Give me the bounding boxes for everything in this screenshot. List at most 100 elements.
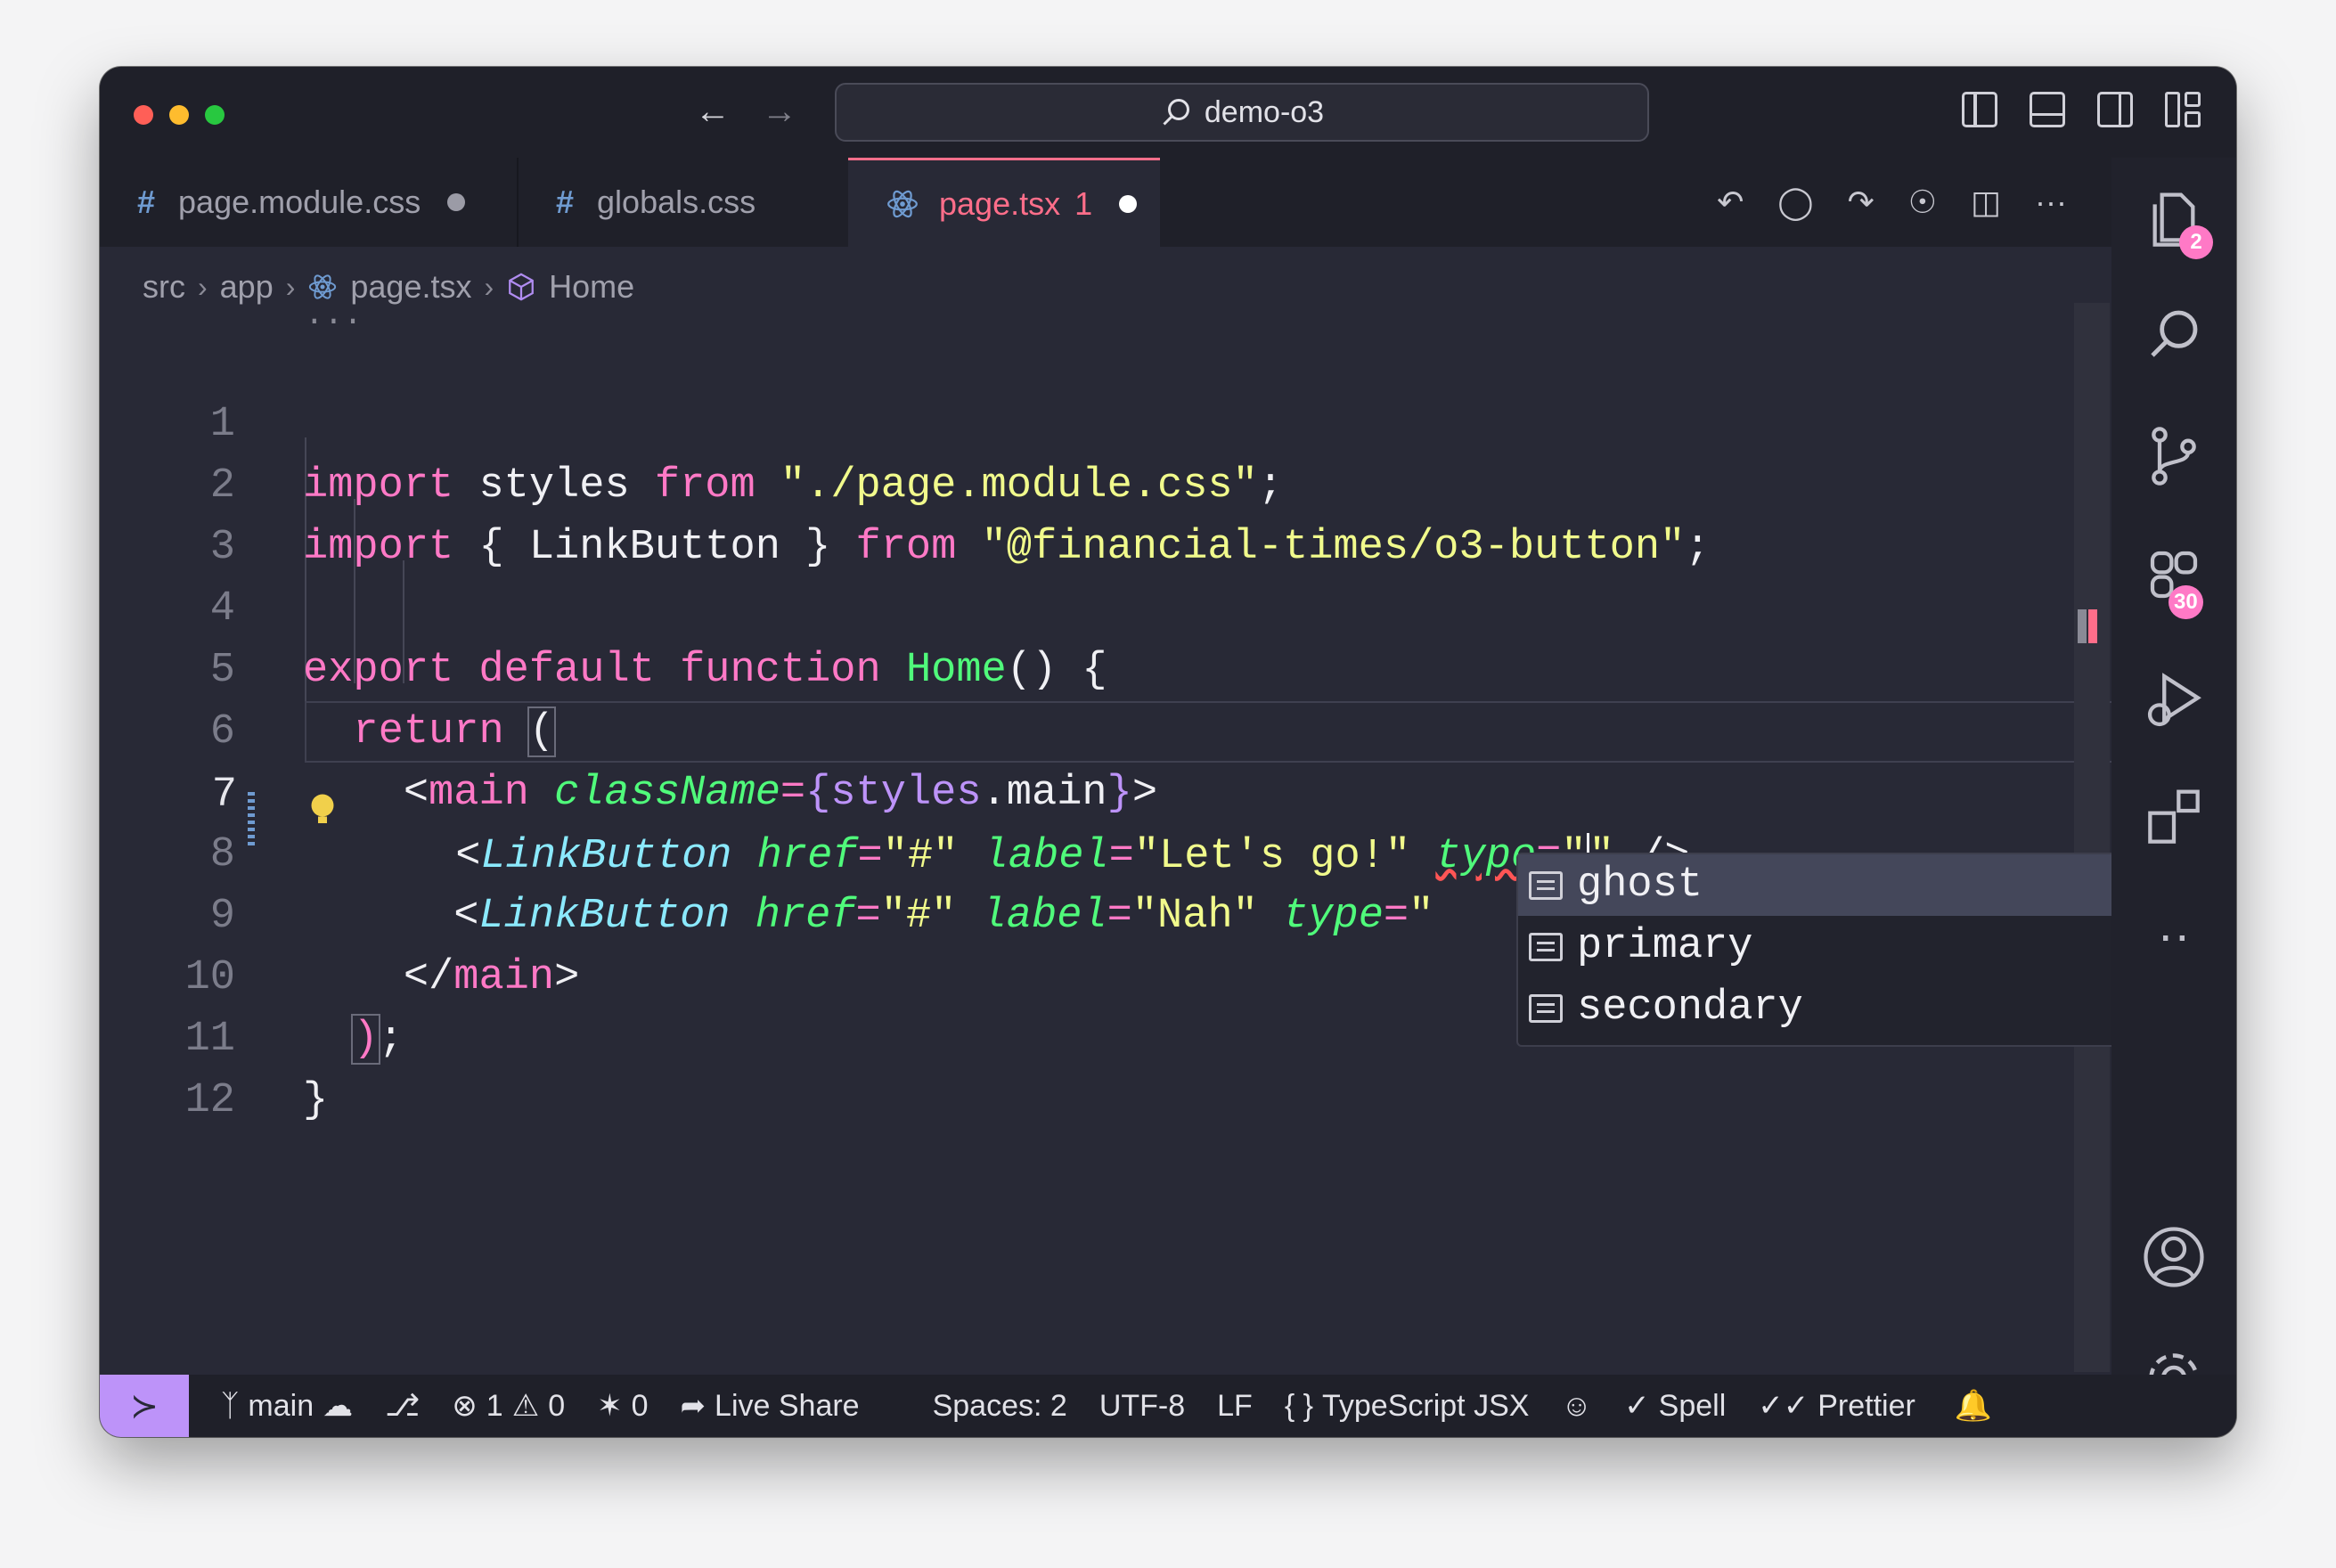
warning-icon: ⚠ [511,1389,540,1423]
source-control-icon[interactable] [2142,425,2206,489]
suggestion-label: ghost [1577,862,1703,909]
editor-scrollbar[interactable] [2074,303,2110,1372]
code-line: 5 return ( [100,578,2069,757]
code-text: } [303,1077,329,1124]
chevron-right-icon: › [198,270,208,303]
breadcrumb-app[interactable]: app [220,268,274,306]
command-center-label: demo-o3 [1204,94,1325,129]
lightbulb-icon[interactable] [309,792,336,828]
toggle-panel-icon[interactable] [2030,92,2065,127]
unsaved-dot-icon[interactable] [447,193,466,211]
code-line: 1 import styles from "./page.module.css"… [100,332,2069,510]
code-line: 8 <LinkButton href="#" label="Nah" type=… [100,763,2069,940]
toggle-primary-sidebar-icon[interactable] [1962,92,1997,127]
explorer-icon[interactable]: 2 [2142,190,2213,259]
go-back-change-icon[interactable]: ↶ [1717,184,1744,221]
live-share-icon: ➦ [680,1389,707,1423]
prettier-indicator[interactable]: ✓✓ Prettier [1758,1388,1915,1424]
suggestion-label: primary [1577,923,1753,970]
explorer-badge: 2 [2179,225,2213,259]
close-window-button[interactable] [134,105,153,125]
broadcast-icon: ✶ [597,1389,623,1423]
cube-icon [509,273,535,301]
double-check-icon: ✓✓ [1758,1389,1809,1423]
remote-indicator-icon[interactable]: ≻ [100,1375,189,1437]
notifications-bell-icon[interactable]: 🔔 [1955,1388,1992,1424]
eol-indicator[interactable]: LF [1217,1389,1253,1424]
tab-page-tsx[interactable]: page.tsx 1 [848,158,1160,247]
branch-indicator[interactable]: ᛉ main ☁ [221,1388,353,1424]
line-number: 6 [209,708,235,755]
toggle-secondary-sidebar-icon[interactable] [2097,92,2133,127]
react-icon [887,190,918,217]
git-graph-icon[interactable]: ⎇ [385,1388,420,1424]
live-share-label: Live Share [715,1388,860,1423]
code-line: 3 [100,455,2069,571]
copilot-icon[interactable]: ☺ [1561,1389,1592,1424]
breadcrumb-src[interactable]: src [143,268,185,306]
tab-globals-css[interactable]: # globals.css [519,158,848,247]
command-center-search[interactable]: demo-o3 [835,83,1649,142]
editor-actions: ↶ ◯ ↷ ☉ ◫ ··· [1717,158,2067,247]
code-editor[interactable]: ... 1 import styles from "./page.module.… [100,297,2236,1375]
tab-page-module-css[interactable]: # page.module.css [100,158,519,247]
vscode-window: ← → demo-o3 # page.module.css # globals.… [100,67,2236,1437]
text-value-icon [1529,870,1563,900]
hash-icon: # [137,184,156,220]
account-icon[interactable] [2142,1225,2206,1289]
code-line: 6 <main className={styles.main}> [100,640,2069,817]
error-count: 1 [486,1388,503,1423]
live-share-button[interactable]: ➦ Live Share [681,1388,860,1424]
scrollbar-error-marker [2088,609,2097,643]
chevron-right-icon: › [484,270,494,303]
spell-indicator[interactable]: ✓ Spell [1624,1388,1726,1424]
forward-arrow-icon[interactable]: → [757,86,802,136]
line-number: 12 [184,1077,235,1124]
run-debug-icon[interactable] [2142,669,2206,733]
title-bar: ← → demo-o3 [100,67,2236,158]
more-actions-icon[interactable]: ··· [2035,184,2067,221]
language-mode-indicator[interactable]: { } TypeScript JSX [1285,1389,1530,1424]
scrollbar-marker [2078,609,2087,643]
extensions-icon[interactable]: 30 [2142,546,2206,619]
status-bar: ≻ ᛉ main ☁ ⎇ ⊗ 1 ⚠ 0 ✶ 0 ➦ Live Share Sp… [100,1375,2236,1437]
encoding-indicator[interactable]: UTF-8 [1099,1389,1185,1424]
zoom-window-button[interactable] [205,105,225,125]
unsaved-dot-icon[interactable] [1119,194,1138,213]
spell-label: Spell [1658,1388,1727,1423]
problems-indicator[interactable]: ⊗ 1 ⚠ 0 [452,1388,565,1424]
warning-count: 0 [548,1388,566,1423]
breadcrumb-symbol[interactable]: Home [549,268,634,306]
split-editor-icon[interactable]: ◫ [1971,184,2001,221]
prettier-label: Prettier [1817,1388,1915,1423]
text-value-icon [1529,932,1563,961]
search-icon [1163,99,1189,126]
modified-line-gutter-marker[interactable] [248,792,255,845]
code-line: 4 export default function Home() { [100,517,2069,694]
search-icon[interactable] [2142,306,2206,370]
more-views-icon[interactable]: ·· [2142,902,2206,967]
tab-label: globals.css [597,184,756,220]
back-arrow-icon[interactable]: ← [690,86,735,136]
ports-indicator[interactable]: ✶ 0 [597,1388,648,1424]
folded-region-marker[interactable]: ... [305,297,363,333]
indentation-indicator[interactable]: Spaces: 2 [933,1389,1067,1424]
active-code-line: 7 <LinkButton href="#" label="Let's go!"… [212,701,2236,880]
check-icon: ✓ [1624,1389,1650,1423]
remote-explorer-icon[interactable] [2142,787,2206,851]
git-branch-icon: ᛉ [221,1388,240,1423]
code-line: 2 import { LinkButton } from "@financial… [100,394,2069,571]
minimize-window-button[interactable] [169,105,189,125]
layout-controls [1962,92,2201,127]
suggestion-label: secondary [1577,984,1803,1032]
braces-icon: { } [1284,1388,1313,1423]
customize-layout-icon[interactable] [2165,92,2201,127]
text-value-icon [1529,993,1563,1023]
sync-cloud-icon: ☁ [323,1389,354,1423]
breadcrumb-file[interactable]: page.tsx [350,268,471,306]
go-forward-change-icon[interactable]: ↷ [1848,184,1875,221]
timeline-icon[interactable]: ◯ [1777,184,1813,221]
tab-label: page.module.css [178,184,421,220]
git-lens-icon[interactable]: ☉ [1908,184,1937,221]
language-label: TypeScript JSX [1322,1388,1530,1423]
